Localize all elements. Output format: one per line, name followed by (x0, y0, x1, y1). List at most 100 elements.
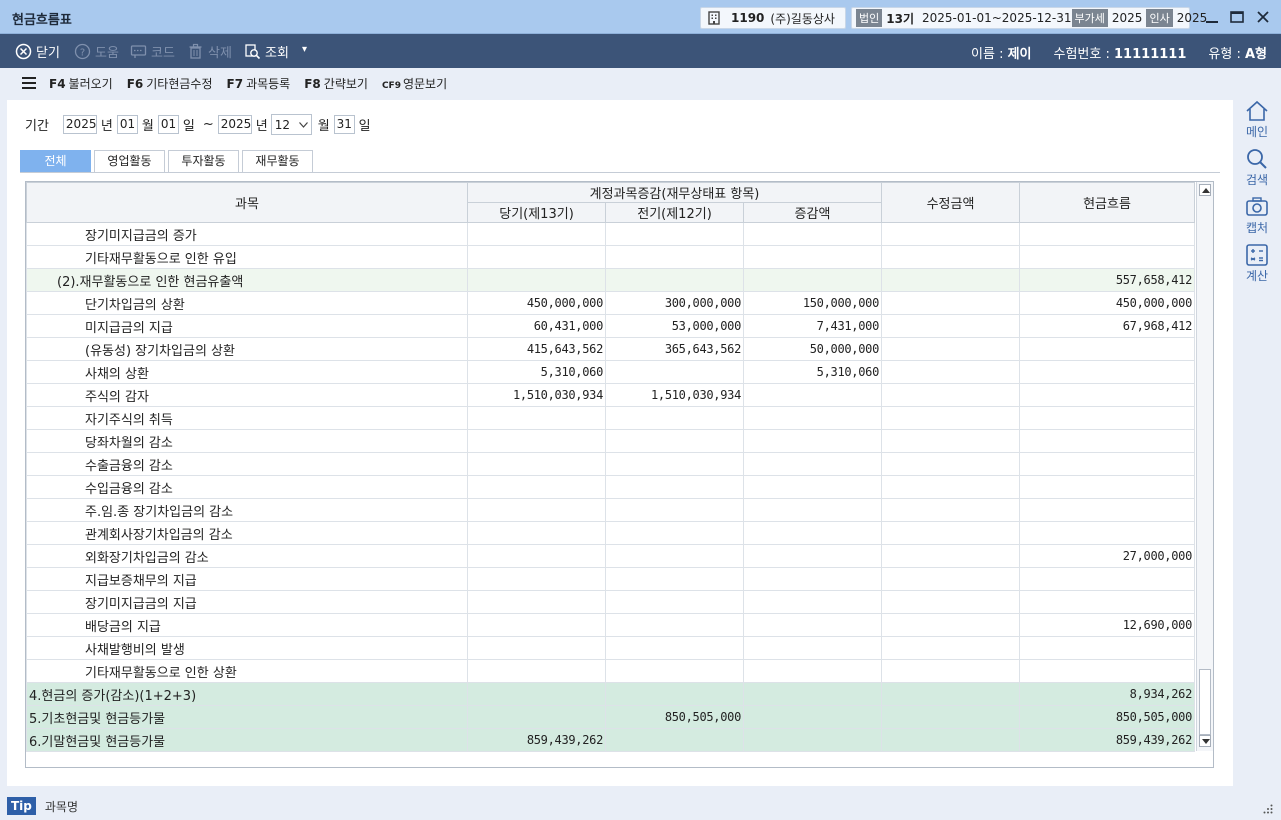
change-cell[interactable] (743, 590, 882, 614)
current-cell[interactable]: 1,510,030,934 (467, 383, 606, 407)
prior-cell[interactable] (605, 406, 744, 430)
fkey-other-cash-button[interactable]: F6 기타현금수정 (127, 75, 213, 92)
change-cell[interactable] (743, 728, 882, 752)
table-row[interactable]: 당좌차월의 감소 (26, 429, 1195, 453)
prior-cell[interactable]: 850,505,000 (605, 705, 744, 729)
adjust-cell[interactable] (881, 567, 1020, 591)
search-button[interactable]: 조회 (244, 42, 289, 61)
adjust-cell[interactable] (881, 705, 1020, 729)
current-cell[interactable]: 415,643,562 (467, 337, 606, 361)
account-name-cell[interactable]: 5.기초현금및 현금등가물 (26, 705, 468, 729)
prior-cell[interactable] (605, 659, 744, 683)
account-name-cell[interactable]: 4.현금의 증가(감소)(1+2+3) (26, 682, 468, 706)
tab-all[interactable]: 전체 (20, 150, 91, 172)
current-cell[interactable]: 450,000,000 (467, 291, 606, 315)
cashflow-cell[interactable]: 850,505,000 (1019, 705, 1195, 729)
account-name-cell[interactable]: 기타재무활동으로 인한 유입 (26, 245, 468, 269)
account-name-cell[interactable]: 주.임.종 장기차입금의 감소 (26, 498, 468, 522)
cashflow-cell[interactable] (1019, 498, 1195, 522)
adjust-cell[interactable] (881, 314, 1020, 338)
side-main-button[interactable]: 메인 (1236, 100, 1278, 148)
prior-cell[interactable] (605, 613, 744, 637)
adjust-cell[interactable] (881, 613, 1020, 637)
scrollbar-thumb[interactable] (1199, 669, 1211, 735)
side-search-button[interactable]: 검색 (1236, 148, 1278, 196)
prior-cell[interactable] (605, 682, 744, 706)
account-name-cell[interactable]: 장기미지급금의 증가 (26, 222, 468, 246)
change-cell[interactable] (743, 498, 882, 522)
change-cell[interactable] (743, 406, 882, 430)
adjust-cell[interactable] (881, 291, 1020, 315)
current-cell[interactable] (467, 222, 606, 246)
prior-cell[interactable] (605, 268, 744, 292)
fkey-simple-view-button[interactable]: F8 간략보기 (304, 75, 368, 92)
account-name-cell[interactable]: 배당금의 지급 (26, 613, 468, 637)
prior-cell[interactable]: 1,510,030,934 (605, 383, 744, 407)
delete-button[interactable]: 삭제 (187, 42, 232, 61)
adjust-cell[interactable] (881, 590, 1020, 614)
cashflow-cell[interactable]: 8,934,262 (1019, 682, 1195, 706)
company-selector[interactable]: 1190 (주)길동상사 (700, 7, 846, 29)
change-cell[interactable]: 5,310,060 (743, 360, 882, 384)
table-row[interactable]: 4.현금의 증가(감소)(1+2+3) 8,934,262 (26, 682, 1195, 706)
adjust-cell[interactable] (881, 268, 1020, 292)
from-month-input[interactable]: 01 (116, 115, 138, 134)
adjust-cell[interactable] (881, 728, 1020, 752)
current-cell[interactable] (467, 705, 606, 729)
side-calculator-button[interactable]: 계산 (1236, 244, 1278, 292)
adjust-cell[interactable] (881, 245, 1020, 269)
account-name-cell[interactable]: 기타재무활동으로 인한 상환 (26, 659, 468, 683)
table-row[interactable]: 사채의 상환 5,310,060 5,310,060 (26, 360, 1195, 384)
change-cell[interactable]: 150,000,000 (743, 291, 882, 315)
account-name-cell[interactable]: 장기미지급금의 지급 (26, 590, 468, 614)
account-name-cell[interactable]: 관계회사장기차입금의 감소 (26, 521, 468, 545)
cashflow-cell[interactable] (1019, 590, 1195, 614)
adjust-cell[interactable] (881, 659, 1020, 683)
account-name-cell[interactable]: 지급보증채무의 지급 (26, 567, 468, 591)
minimize-icon[interactable] (1205, 10, 1219, 24)
current-cell[interactable] (467, 636, 606, 660)
cashflow-cell[interactable]: 557,658,412 (1019, 268, 1195, 292)
scroll-down-button[interactable] (1199, 735, 1211, 747)
change-cell[interactable] (743, 429, 882, 453)
current-cell[interactable] (467, 682, 606, 706)
vertical-scrollbar[interactable] (1196, 182, 1213, 751)
cashflow-cell[interactable] (1019, 659, 1195, 683)
change-cell[interactable] (743, 245, 882, 269)
current-cell[interactable] (467, 590, 606, 614)
change-cell[interactable] (743, 268, 882, 292)
table-row[interactable]: 주식의 감자 1,510,030,934 1,510,030,934 (26, 383, 1195, 407)
prior-cell[interactable] (605, 452, 744, 476)
cashflow-cell[interactable] (1019, 245, 1195, 269)
from-day-input[interactable]: 01 (157, 115, 179, 134)
current-cell[interactable] (467, 521, 606, 545)
table-row[interactable]: 수출금융의 감소 (26, 452, 1195, 476)
adjust-cell[interactable] (881, 222, 1020, 246)
change-cell[interactable] (743, 475, 882, 499)
current-cell[interactable] (467, 498, 606, 522)
account-name-cell[interactable]: 주식의 감자 (26, 383, 468, 407)
account-name-cell[interactable]: 외화장기차입금의 감소 (26, 544, 468, 568)
menu-icon[interactable] (22, 77, 36, 89)
cashflow-cell[interactable] (1019, 383, 1195, 407)
table-row[interactable]: 장기미지급금의 지급 (26, 590, 1195, 614)
table-row[interactable]: 기타재무활동으로 인한 상환 (26, 659, 1195, 683)
prior-cell[interactable] (605, 521, 744, 545)
prior-cell[interactable] (605, 567, 744, 591)
to-year-input[interactable]: 2025 (217, 115, 252, 134)
adjust-cell[interactable] (881, 383, 1020, 407)
account-name-cell[interactable]: (2).재무활동으로 인한 현금유출액 (26, 268, 468, 292)
table-row[interactable]: (2).재무활동으로 인한 현금유출액 557,658,412 (26, 268, 1195, 292)
cashflow-cell[interactable]: 859,439,262 (1019, 728, 1195, 752)
current-cell[interactable] (467, 406, 606, 430)
current-cell[interactable] (467, 567, 606, 591)
cashflow-cell[interactable] (1019, 337, 1195, 361)
adjust-cell[interactable] (881, 636, 1020, 660)
cashflow-cell[interactable]: 12,690,000 (1019, 613, 1195, 637)
account-name-cell[interactable]: 당좌차월의 감소 (26, 429, 468, 453)
cashflow-cell[interactable] (1019, 567, 1195, 591)
table-row[interactable]: 장기미지급금의 증가 (26, 222, 1195, 246)
table-row[interactable]: 지급보증채무의 지급 (26, 567, 1195, 591)
table-row[interactable]: 수입금융의 감소 (26, 475, 1195, 499)
table-row[interactable]: 사채발행비의 발생 (26, 636, 1195, 660)
